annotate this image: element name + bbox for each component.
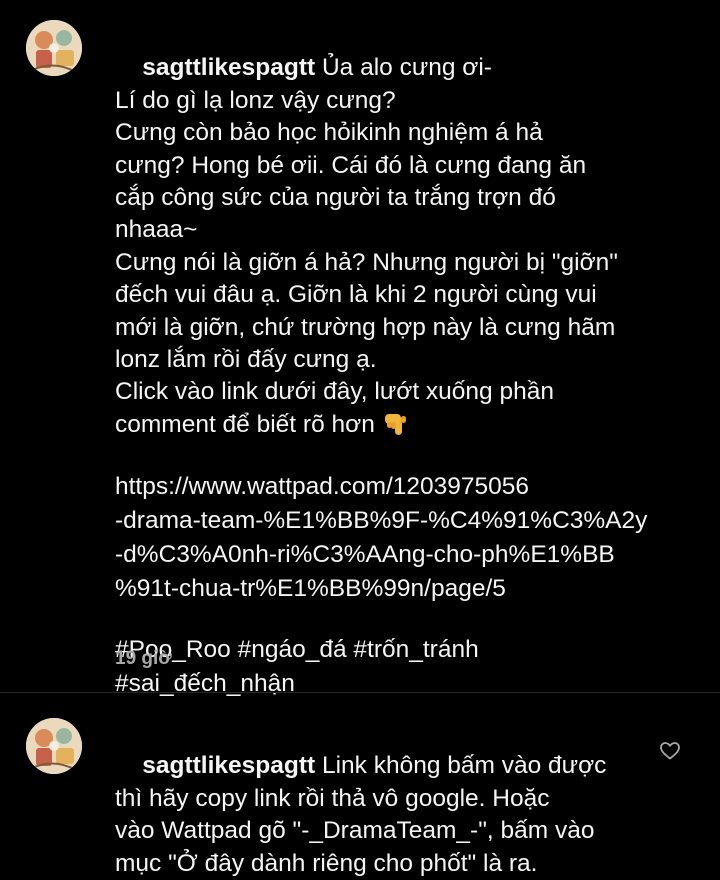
comment-line: Cưng còn bảo học hỏikinh nghiệm á hả	[115, 119, 543, 147]
heart-outline-icon[interactable]	[658, 738, 682, 762]
comment-line: nhaaa~	[115, 216, 198, 244]
comment-text: sagttlikespagtt Ủa alo cưng ơi- Lí do gì…	[115, 20, 705, 441]
link-line[interactable]: https://www.wattpad.com/1203975056	[115, 470, 705, 504]
comment-username[interactable]: sagttlikespagtt	[142, 54, 315, 81]
comment-line: Cưng nói là giỡn á hả? Nhưng người bị "g…	[115, 248, 618, 276]
comment-line: cưng? Hong bé ơii. Cái đó là cưng đang ă…	[115, 151, 587, 179]
comment-line: mới là giỡn, chứ trường hợp này là cưng …	[115, 313, 616, 341]
comment-line: Lí do gì lạ lonz vậy cưng?	[115, 86, 396, 114]
link-line[interactable]: -drama-team-%E1%BB%9F-%C4%91%C3%A2y	[115, 504, 705, 538]
avatar[interactable]	[26, 20, 82, 76]
comment-line: Link không bấm vào được	[321, 752, 607, 780]
comment-timestamp: 19 giờ	[115, 648, 172, 669]
comment-line: cắp công sức của người ta trắng trợn đó	[115, 184, 556, 212]
comment-line: lonz lắm rồi đấy cưng ạ.	[115, 346, 377, 374]
comment-line: thì hãy copy link rồi thả vô google. Hoặ…	[115, 784, 550, 812]
comment-line: Click vào link dưới đây, lướt xuống phần	[115, 378, 554, 406]
comment-line: mục "Ở đây dành riêng cho phốt" là ra.	[115, 849, 538, 877]
hashtag-line[interactable]: #sai_đếch_nhận	[115, 667, 705, 701]
comment-username[interactable]: sagttlikespagtt	[142, 752, 315, 779]
comment-line: đếch vui đâu ạ. Giỡn là khi 2 người cùng…	[115, 281, 597, 309]
comment-line: vào Wattpad gõ "-_DramaTeam_-", bấm vào	[115, 817, 595, 845]
comment-text: sagttlikespagtt Link không bấm vào được …	[115, 718, 645, 880]
link-line[interactable]: -d%C3%A0nh-ri%C3%AAng-cho-ph%E1%BB	[115, 538, 705, 572]
avatar[interactable]	[26, 718, 82, 774]
comment-line: Ủa alo cưng ơi-	[321, 54, 492, 82]
divider	[0, 692, 720, 693]
hashtag-line[interactable]: #Poo_Roo #ngáo_đá #trốn_tránh	[115, 633, 705, 667]
